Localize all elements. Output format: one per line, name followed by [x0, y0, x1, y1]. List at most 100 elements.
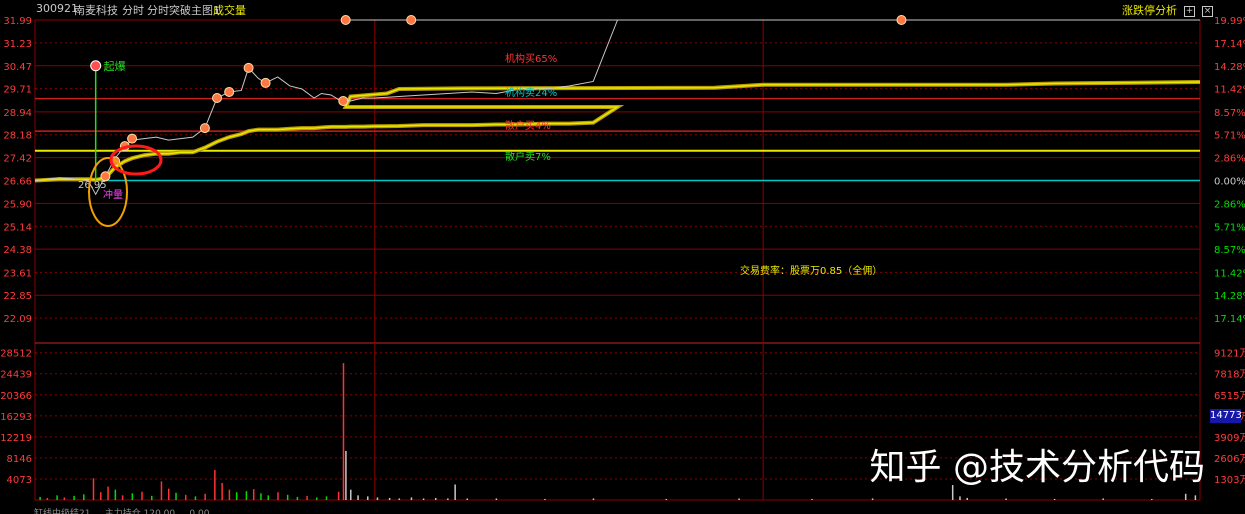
volume-bar	[811, 498, 813, 500]
volume-tick-label: 12219	[0, 433, 32, 444]
percent-tick-label: 11.42%	[1214, 268, 1245, 279]
percent-tick-label: 8.57%	[1214, 245, 1245, 256]
amount-tick-label: 9121万	[1214, 349, 1245, 360]
volume-bar	[871, 498, 874, 500]
volume-value-box: 14773	[1210, 409, 1241, 423]
price-tick-label: 28.94	[3, 108, 32, 119]
volume-bar	[100, 492, 102, 500]
percent-tick-label: 8.57%	[1214, 108, 1245, 119]
percent-tick-label: 2.86%	[1214, 154, 1245, 165]
breakout-label: 起爆	[104, 59, 126, 73]
volume-bar	[1194, 495, 1197, 500]
inst-buy-label: 机构买65%	[505, 52, 557, 65]
mode-label[interactable]: 分时	[122, 2, 144, 18]
percent-tick-label: 14.28%	[1214, 291, 1245, 302]
watermark: 知乎 @技术分析代码	[869, 447, 1205, 488]
volume-bar	[357, 495, 359, 500]
volume-bar	[306, 495, 308, 500]
price-tick-label: 28.18	[3, 131, 32, 142]
flame-icon	[224, 86, 235, 97]
volume-bar	[447, 498, 449, 500]
percent-tick-label: 17.14%	[1214, 39, 1245, 50]
volume-bar	[410, 497, 413, 500]
percent-tick-label: 11.42%	[1214, 85, 1245, 96]
volume-bar	[175, 492, 177, 500]
volume-bar	[337, 491, 340, 500]
volume-bar	[342, 363, 345, 500]
volume-bar	[367, 496, 369, 500]
volume-bar	[398, 498, 401, 500]
volume-bar	[260, 493, 262, 500]
percent-tick-label: 5.71%	[1214, 222, 1245, 233]
amount-tick-label: 7818万	[1214, 370, 1245, 381]
add-icon[interactable]: +	[1184, 6, 1195, 17]
volume-bar	[592, 498, 595, 500]
flame-icon	[406, 15, 417, 25]
price-tick-label: 25.14	[3, 222, 32, 233]
price-tick-label: 26.66	[3, 177, 32, 188]
volume-bar	[245, 491, 248, 500]
breakout-marker	[90, 60, 102, 72]
volume-bar	[141, 491, 143, 500]
volume-bar	[1053, 498, 1056, 500]
volume-bar	[160, 481, 163, 500]
amount-tick-label: 6515万	[1214, 391, 1245, 402]
volume-bar	[214, 470, 216, 500]
percent-tick-label: 5.71%	[1214, 131, 1245, 142]
volume-bar	[167, 488, 170, 500]
footer-status: 缸线中级结21 ... 主力持仓 120.00 ... 0.00	[34, 509, 210, 514]
flame-icon	[338, 96, 349, 107]
volume-bar	[325, 496, 328, 500]
stock-code: 300921	[36, 2, 78, 15]
volume-bar	[1150, 498, 1153, 500]
price-tick-label: 31.23	[3, 39, 32, 50]
flame-icon	[260, 77, 271, 88]
volume-bar	[92, 478, 95, 500]
volume-bar	[434, 497, 437, 500]
volume-bar	[114, 489, 117, 500]
indicator-label[interactable]: 分时突破主图1	[147, 2, 220, 18]
volume-bar	[466, 498, 469, 500]
retail-sell-label: 散户卖7%	[505, 150, 551, 163]
volume-bar	[46, 497, 49, 500]
price-tick-label: 24.38	[3, 245, 32, 256]
volume-tick-label: 16293	[0, 412, 32, 423]
volume-bar	[544, 498, 546, 500]
volume-bar	[959, 496, 961, 500]
volume-bar	[665, 498, 668, 500]
volume-bar	[107, 486, 109, 500]
fee-rate-label: 交易费率：股票万0.85（全佣）	[740, 264, 882, 277]
close-icon[interactable]: ×	[1202, 6, 1213, 17]
volume-bar	[39, 496, 41, 500]
volume-bar	[454, 484, 456, 500]
percent-tick-label: 14.28%	[1214, 62, 1245, 73]
volume-bar	[296, 496, 299, 500]
price-tick-label: 27.42	[3, 154, 32, 165]
volume-bar	[345, 450, 347, 500]
volume-tick-label: 28512	[0, 349, 32, 360]
volume-bar	[83, 494, 85, 500]
percent-tick-label: 2.86%	[1214, 199, 1245, 210]
volume-bar	[1005, 498, 1007, 500]
volume-tick-label: 24439	[0, 370, 32, 381]
volume-bar	[376, 497, 379, 500]
volume-bar	[131, 493, 134, 500]
volume-bar	[1184, 493, 1187, 500]
intraday-chart[interactable]: 31.99 19.99% 31.23 17.14% 30.47 14.28% 29.71 11…	[0, 0, 1245, 514]
volume-bar	[495, 498, 498, 500]
price-tick-label: 22.85	[3, 291, 32, 302]
volume-bar	[316, 497, 318, 500]
flame-icon	[127, 133, 138, 144]
volume-bar	[286, 494, 289, 500]
volume-bar	[277, 492, 279, 500]
volume-bar	[221, 482, 223, 500]
amount-tick-label: 2606万	[1214, 454, 1245, 465]
volume-bar	[204, 493, 206, 500]
retail-buy-label: 散户买4%	[505, 119, 551, 132]
percent-tick-label: 19.99%	[1214, 16, 1245, 27]
volume-bar	[194, 496, 197, 500]
volume-bar	[228, 489, 231, 500]
volume-bar	[738, 498, 740, 500]
volume-indicator-label[interactable]: 成交量	[213, 2, 246, 18]
limit-analysis-label[interactable]: 涨跌停分析	[1122, 2, 1177, 18]
